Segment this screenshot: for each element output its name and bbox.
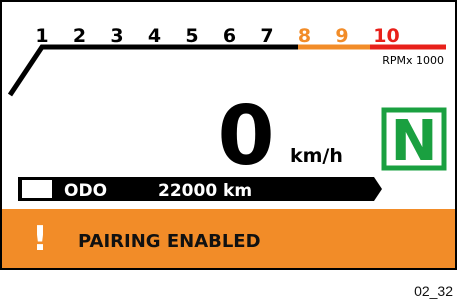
tach-tick-label: 4	[148, 25, 161, 47]
tach-tick-label: 8	[298, 25, 311, 47]
alert-text: PAIRING ENABLED	[78, 231, 261, 252]
alert-banner: ! PAIRING ENABLED	[2, 209, 455, 268]
tach-tick-label: 10	[373, 25, 399, 47]
speed-unit: km/h	[290, 145, 343, 167]
speed-value: 0	[217, 89, 274, 184]
exclamation-icon: !	[32, 219, 48, 259]
rpm-unit-label: RPMx 1000	[382, 54, 444, 67]
gear-value: N	[391, 109, 438, 174]
tach-tick-label: 3	[110, 25, 123, 47]
figure-caption: 02_32	[414, 283, 453, 299]
odometer-value: 22000 km	[158, 181, 252, 201]
odometer-bar: ODO 22000 km	[18, 177, 382, 201]
tach-tick-label: 5	[185, 25, 198, 47]
odometer-label: ODO	[64, 181, 107, 201]
tach-tick-label: 9	[335, 25, 348, 47]
gear-indicator: N	[381, 107, 447, 174]
tach-tick-label: 6	[223, 25, 236, 47]
tach-tick-label: 2	[73, 25, 86, 47]
odometer-indicator	[22, 180, 52, 198]
tach-tick-label: 1	[35, 25, 48, 47]
tach-tick-label: 7	[260, 25, 273, 47]
dashboard-display: 1 2 3 4 5 6 7 8 9 10 RPMx 1000 0 km/h N ODO 22000…	[0, 0, 457, 270]
